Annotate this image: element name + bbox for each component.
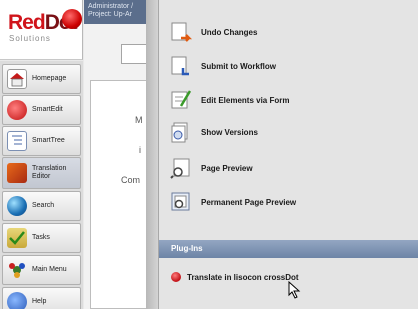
logo-tagline: Solutions: [9, 34, 51, 43]
menu-item-page-preview[interactable]: Page Preview: [169, 153, 414, 183]
search-icon: [7, 196, 27, 216]
nav-item-main-menu[interactable]: Main Menu: [2, 255, 81, 285]
menu-label: Permanent Page Preview: [201, 197, 297, 207]
redot-logo: RedDot Solutions: [0, 0, 83, 60]
nav-label: Help: [32, 298, 47, 305]
nav-label: Search: [32, 202, 55, 209]
user-project-header: Administrator / Project: Up-Ar: [84, 0, 146, 24]
panel-divider: [146, 0, 158, 309]
nav-item-smarttree[interactable]: SmartTree: [2, 126, 81, 156]
page-content-area: M i Com: [84, 24, 146, 309]
main-menu-icon: [7, 260, 27, 280]
mouse-cursor-icon: [288, 281, 301, 299]
show-versions-icon: [169, 120, 193, 144]
content-text: Com: [121, 175, 141, 185]
content-text: i: [139, 145, 141, 155]
menu-item-edit-elements-form[interactable]: Edit Elements via Form: [169, 85, 414, 115]
nav-item-search[interactable]: Search: [2, 191, 81, 221]
nav-item-tasks[interactable]: Tasks: [2, 223, 81, 253]
nav-label: Main Menu: [32, 266, 67, 273]
plugin-dot-icon: [171, 272, 181, 282]
menu-item-translate-lisocon[interactable]: Translate in lisocon crossDot: [171, 272, 299, 282]
smarttree-icon: [7, 131, 27, 151]
menu-label: Show Versions: [201, 127, 258, 137]
nav-item-smartedit[interactable]: SmartEdit: [2, 95, 81, 125]
edit-form-icon: [169, 88, 193, 112]
nav-item-translation-editor[interactable]: Translation Editor: [2, 157, 81, 189]
menu-label: Edit Elements via Form: [201, 95, 290, 105]
header-user: Administrator /: [88, 3, 134, 10]
homepage-icon: [7, 69, 27, 89]
menu-label: Submit to Workflow: [201, 61, 276, 71]
menu-label: Undo Changes: [201, 27, 258, 37]
content-panel: M i Com: [90, 80, 146, 309]
menu-label: Page Preview: [201, 163, 253, 173]
nav-label: Translation Editor: [32, 165, 67, 180]
menu-item-submit-workflow[interactable]: Submit to Workflow: [169, 51, 414, 81]
content-field[interactable]: [121, 44, 146, 64]
sidebar-nav: Homepage SmartEdit SmartTree Translation…: [0, 61, 83, 309]
menu-label: Translate in lisocon crossDot: [187, 272, 299, 282]
tasks-icon: [7, 228, 27, 248]
translation-editor-icon: [7, 163, 27, 183]
context-menu: Undo Changes Submit to Workflow Edit Ele…: [158, 0, 418, 309]
logo-dot-icon: [62, 9, 82, 29]
nav-item-help[interactable]: Help: [2, 287, 81, 309]
help-icon: [7, 292, 27, 309]
menu-item-permanent-page-preview[interactable]: Permanent Page Preview: [169, 187, 414, 217]
plugins-header: Plug-Ins: [159, 240, 418, 258]
header-project: Project: Up-Ar: [88, 11, 132, 18]
undo-changes-icon: [169, 20, 193, 44]
content-text: M: [135, 115, 143, 125]
smartedit-icon: [7, 100, 27, 120]
nav-item-homepage[interactable]: Homepage: [2, 64, 81, 94]
menu-item-undo-changes[interactable]: Undo Changes: [169, 17, 414, 47]
nav-label: Tasks: [32, 234, 50, 241]
nav-label: SmartEdit: [32, 106, 63, 113]
permanent-preview-icon: [169, 190, 193, 214]
nav-label: SmartTree: [32, 137, 65, 144]
page-preview-icon: [169, 156, 193, 180]
menu-item-show-versions[interactable]: Show Versions: [169, 117, 414, 147]
submit-workflow-icon: [169, 54, 193, 78]
nav-label: Homepage: [32, 75, 67, 82]
